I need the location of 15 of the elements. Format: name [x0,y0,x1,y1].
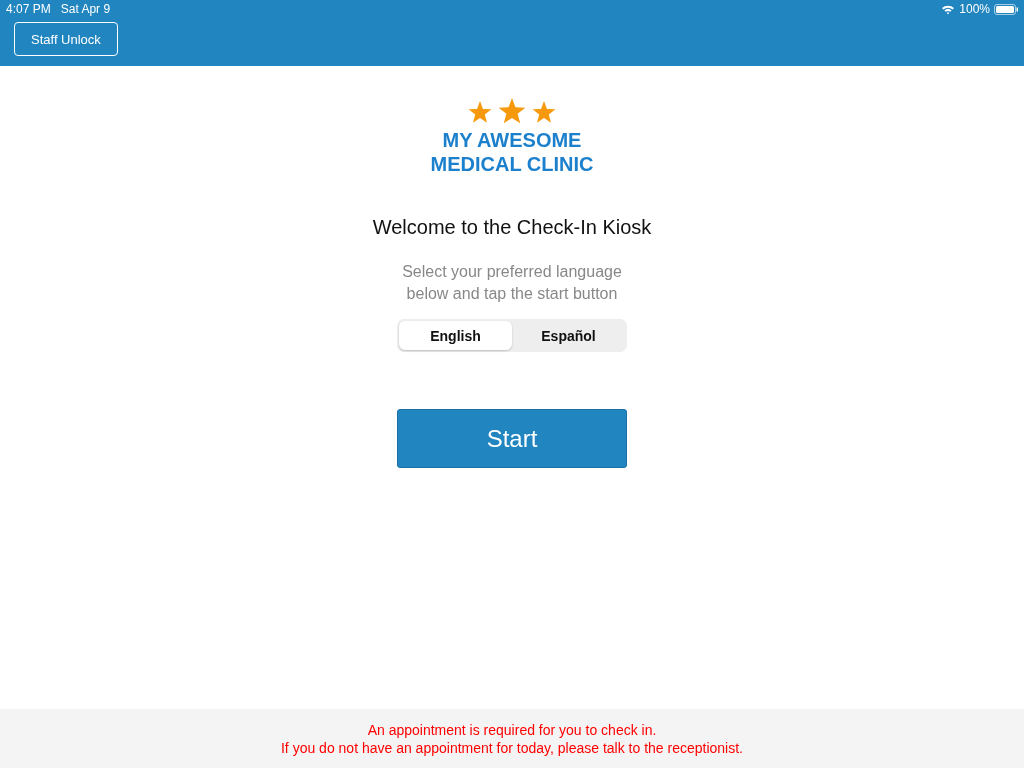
welcome-title: Welcome to the Check-In Kiosk [372,216,652,239]
staff-unlock-button[interactable]: Staff Unlock [14,22,118,56]
battery-icon [994,3,1018,15]
language-option[interactable]: Español [512,321,625,350]
battery-percent: 100% [959,2,990,16]
clinic-logo-text: MY AWESOME MEDICAL CLINIC [430,128,594,176]
wifi-icon [941,3,956,15]
appointment-notice: An appointment is required for you to check in. [367,720,657,739]
stars-logo-icon [468,98,556,126]
instructions-text: Select your preferred language below and tap the start button [402,262,622,304]
status-date: Sat Apr 9 [60,2,111,16]
appointment-notice: If you do not have an appointment for today, please talk to the receptionist. [280,738,743,757]
language-option[interactable]: English [399,321,512,350]
status-time: 4:07 PM [6,2,51,16]
start-button[interactable]: Start [397,409,627,468]
